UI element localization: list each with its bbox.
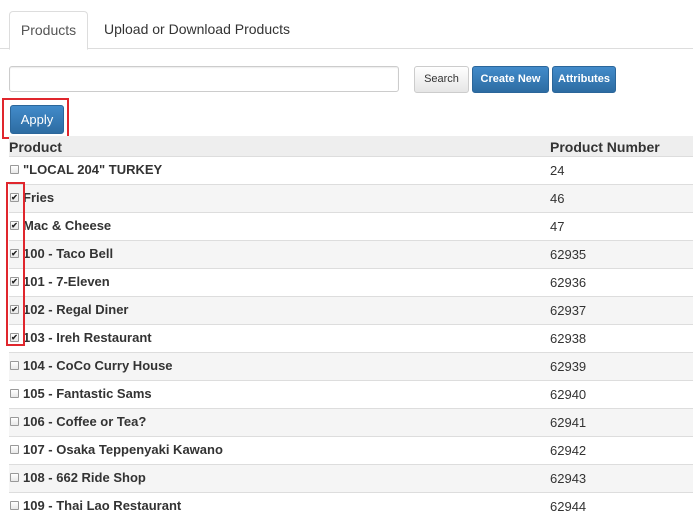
table-row: 107 - Osaka Teppenyaki Kawano 62942 [9,436,693,464]
table-row: ✔ 101 - 7-Eleven 62936 [9,268,693,296]
row-checkbox[interactable] [10,417,19,426]
search-button[interactable]: Search [414,66,469,93]
product-number: 62937 [550,303,587,318]
product-name: 105 - Fantastic Sams [23,386,152,401]
row-checkbox[interactable] [10,389,19,398]
product-number: 62935 [550,247,587,262]
product-name: 100 - Taco Bell [23,246,114,261]
product-name: 108 - 662 Ride Shop [23,470,146,485]
table-row: 105 - Fantastic Sams 62940 [9,380,693,408]
row-checkbox[interactable] [10,501,19,510]
product-number: 24 [550,163,565,178]
product-name: 109 - Thai Lao Restaurant [23,498,182,513]
products-table: Product Product Number "LOCAL 204" TURKE… [9,136,693,520]
product-number: 62942 [550,443,587,458]
product-number: 62938 [550,331,587,346]
table-row: ✔ 100 - Taco Bell 62935 [9,240,693,268]
product-name: 102 - Regal Diner [23,302,129,317]
product-number: 62940 [550,387,587,402]
product-number: 62943 [550,471,587,486]
product-number: 62941 [550,415,587,430]
row-checkbox[interactable] [10,473,19,482]
product-name: 106 - Coffee or Tea? [23,414,147,429]
product-name: 104 - CoCo Curry House [23,358,173,373]
checkbox-highlight [6,182,25,346]
row-checkbox[interactable] [10,361,19,370]
table-row: 104 - CoCo Curry House 62939 [9,352,693,380]
apply-button[interactable]: Apply [10,105,64,134]
apply-highlight: Apply [2,98,69,139]
table-row: 108 - 662 Ride Shop 62943 [9,464,693,492]
tab-products[interactable]: Products [9,11,88,50]
table-row: 106 - Coffee or Tea? 62941 [9,408,693,436]
attributes-button[interactable]: Attributes [552,66,616,93]
product-number: 46 [550,191,565,206]
table-row: ✔ 102 - Regal Diner 62937 [9,296,693,324]
create-new-button[interactable]: Create New [472,66,549,93]
product-name: 101 - 7-Eleven [23,274,110,289]
column-header-product: Product [9,139,62,155]
product-name: 107 - Osaka Teppenyaki Kawano [23,442,223,457]
row-checkbox[interactable] [10,165,19,174]
row-checkbox[interactable] [10,445,19,454]
product-number: 62939 [550,359,587,374]
product-number: 62936 [550,275,587,290]
product-number: 62944 [550,499,587,514]
table-row: ✔ Mac & Cheese 47 [9,212,693,240]
table-body: "LOCAL 204" TURKEY 24 ✔ Fries 46 ✔ Mac & Chees… [9,156,693,520]
tab-bar: Products Upload or Download Products [0,11,693,50]
table-row: "LOCAL 204" TURKEY 24 [9,156,693,184]
product-number: 47 [550,219,565,234]
column-header-product-number: Product Number [550,139,660,155]
table-row: ✔ 103 - Ireh Restaurant 62938 [9,324,693,352]
tab-upload-download[interactable]: Upload or Download Products [104,11,290,47]
product-name: Mac & Cheese [23,218,112,233]
search-input[interactable] [9,66,399,92]
product-name: "LOCAL 204" TURKEY [23,162,163,177]
table-row: ✔ Fries 46 [9,184,693,212]
product-name: 103 - Ireh Restaurant [23,330,152,345]
table-header: Product Product Number [9,136,693,156]
product-name: Fries [23,190,55,205]
